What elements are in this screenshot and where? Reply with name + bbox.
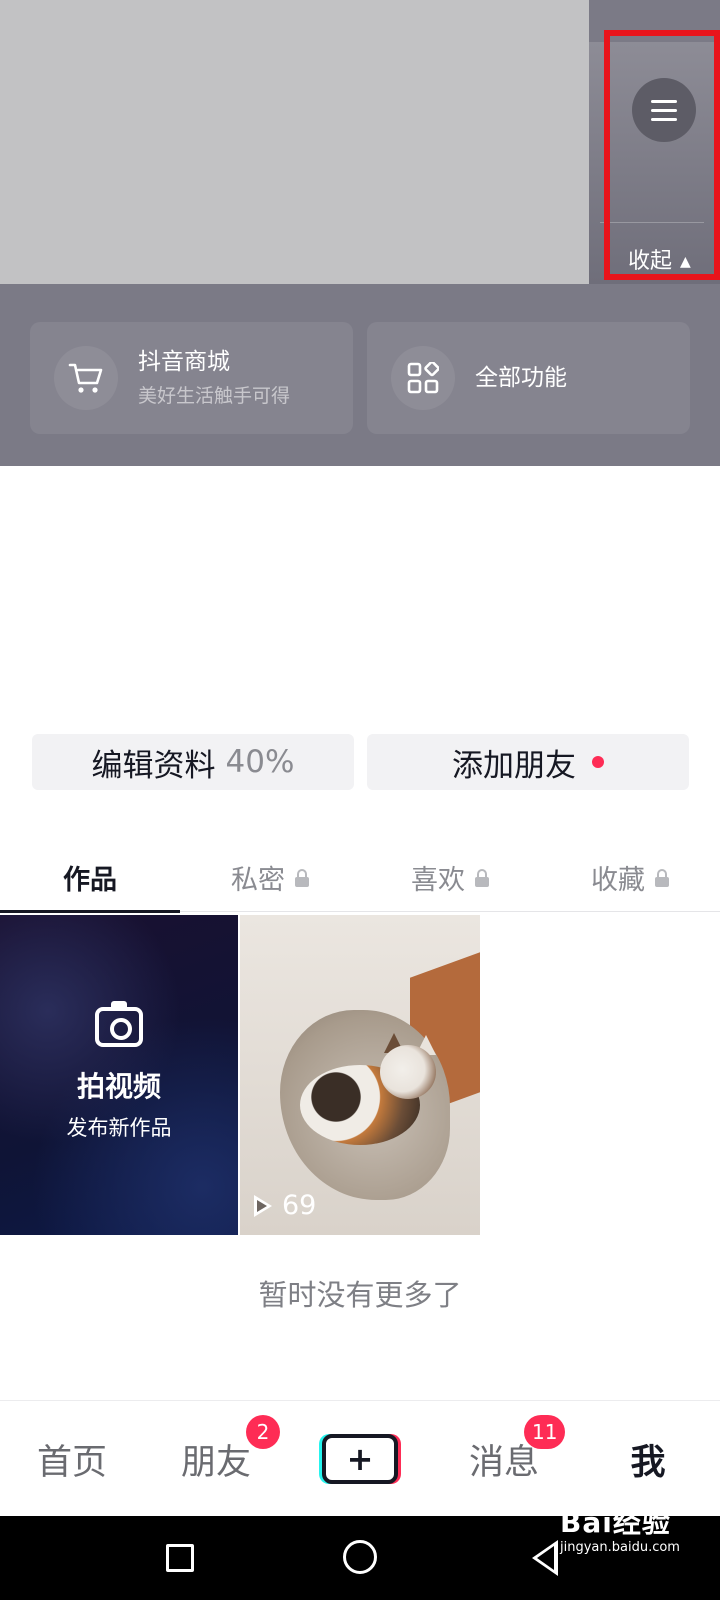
- shop-card-title: 抖音商城: [138, 349, 230, 375]
- nav-home-label: 首页: [36, 1442, 107, 1483]
- home-circle-icon[interactable]: [343, 1540, 377, 1574]
- nav-create[interactable]: +: [288, 1401, 432, 1517]
- nav-home[interactable]: 首页: [0, 1401, 144, 1517]
- messages-badge: 11: [524, 1415, 566, 1449]
- nav-messages[interactable]: 消息 11: [432, 1401, 576, 1517]
- plus-icon: +: [346, 1440, 374, 1478]
- camera-icon: [95, 1001, 143, 1047]
- bottom-nav-bar: 首页 朋友 2 + 消息 11 我: [0, 1400, 720, 1516]
- add-friends-label: 添加朋友: [452, 747, 576, 784]
- collapse-label: 收起: [628, 249, 673, 274]
- chevron-up-icon: ▲: [680, 254, 691, 270]
- play-count-value: 69: [282, 1190, 317, 1221]
- tab-works[interactable]: 作品: [0, 842, 180, 913]
- tab-favorites[interactable]: 收藏: [540, 842, 720, 912]
- notification-dot: [592, 756, 604, 768]
- system-nav-bar: [0, 1516, 720, 1600]
- nav-me-label: 我: [630, 1442, 666, 1483]
- lock-icon: [655, 869, 669, 887]
- collapse-toggle[interactable]: 收起 ▲: [628, 250, 691, 276]
- shoot-video-tile[interactable]: 拍视频 发布新作品: [0, 915, 238, 1235]
- content-tabs: 作品 私密 喜欢 收藏: [0, 842, 720, 913]
- apps-grid-icon: [391, 346, 455, 410]
- menu-icon-line: [651, 108, 677, 112]
- no-more-message: 暂时没有更多了: [258, 1278, 462, 1312]
- nav-friends[interactable]: 朋友 2: [144, 1401, 288, 1517]
- shoot-video-title: 拍视频: [76, 1070, 161, 1103]
- profile-cover: [0, 0, 589, 284]
- shop-card-subtitle: 美好生活触手可得: [138, 385, 291, 407]
- edit-profile-label: 编辑资料: [91, 747, 216, 784]
- create-button[interactable]: +: [322, 1434, 398, 1484]
- play-count: 69: [254, 1190, 316, 1221]
- tab-label: 收藏: [591, 864, 645, 896]
- menu-button[interactable]: [632, 78, 696, 142]
- shoot-video-subtitle: 发布新作品: [66, 1116, 172, 1140]
- works-grid: 拍视频 发布新作品 69: [0, 915, 720, 1235]
- cart-icon: [54, 346, 118, 410]
- lock-icon: [295, 869, 309, 887]
- tab-label: 作品: [63, 864, 117, 896]
- add-friends-button[interactable]: 添加朋友: [367, 734, 689, 790]
- feature-cards: 抖音商城 美好生活触手可得 全部功能: [30, 322, 690, 434]
- back-triangle-icon[interactable]: [532, 1540, 558, 1576]
- cat-thumbnail-image: [380, 1045, 436, 1099]
- tab-label: 喜欢: [411, 864, 465, 896]
- menu-icon-line: [651, 99, 677, 103]
- nav-friends-label: 朋友: [180, 1442, 251, 1483]
- all-features-card[interactable]: 全部功能: [367, 322, 690, 434]
- edit-profile-button[interactable]: 编辑资料 40%: [32, 734, 354, 790]
- tab-private[interactable]: 私密: [180, 842, 360, 912]
- lock-icon: [475, 869, 489, 887]
- video-tile[interactable]: 69: [240, 915, 480, 1235]
- tab-likes[interactable]: 喜欢: [360, 842, 540, 912]
- edit-progress-value: 40%: [225, 744, 295, 780]
- friends-badge: 2: [246, 1415, 280, 1449]
- tab-label: 私密: [231, 864, 285, 896]
- divider: [600, 222, 704, 223]
- recent-apps-icon[interactable]: [166, 1544, 194, 1572]
- shop-card[interactable]: 抖音商城 美好生活触手可得: [30, 322, 353, 434]
- all-features-title: 全部功能: [475, 365, 567, 391]
- nav-me[interactable]: 我: [576, 1401, 720, 1517]
- play-icon: [254, 1194, 272, 1217]
- profile-header-area: 收起 ▲ 抖音商城 美好生活触手可得 全部功能: [0, 0, 720, 466]
- menu-icon-line: [651, 117, 677, 121]
